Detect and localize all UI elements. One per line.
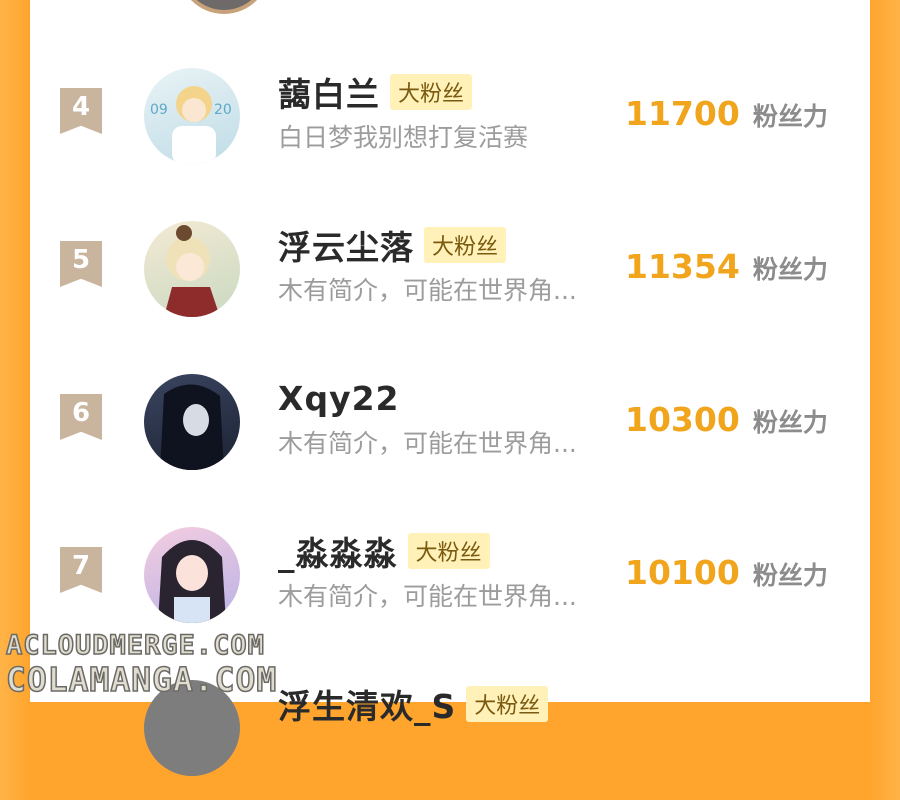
- svg-text:20: 20: [214, 102, 232, 118]
- watermark-line-1: ACLOUDMERGE.COM: [5, 629, 265, 662]
- fan-power: 10100 粉丝力: [625, 553, 828, 592]
- fan-power-unit: 粉丝力: [752, 255, 828, 284]
- rank-badge: 4: [60, 88, 102, 134]
- user-bio: 白日梦我别想打复活赛: [278, 123, 529, 152]
- user-name[interactable]: Xqy22: [278, 379, 400, 418]
- fan-power-unit: 粉丝力: [752, 102, 828, 131]
- ranking-row-6[interactable]: 6 Xqy22 木有简介，可能在世界角... 10300 粉丝力: [30, 374, 870, 494]
- avatar[interactable]: [144, 221, 240, 317]
- fan-power: 10300 粉丝力: [625, 400, 828, 439]
- avatar[interactable]: 09 20: [144, 68, 240, 164]
- fan-power-unit: 粉丝力: [752, 561, 828, 590]
- watermark-line-2: COLAMANGA.COM: [5, 659, 278, 700]
- fan-level-badge: 大粉丝: [424, 227, 507, 263]
- fan-power-unit: 粉丝力: [752, 408, 828, 437]
- ranking-row-5[interactable]: 5 浮云尘落 大粉丝 木有简介，可能在世界角... 11354 粉丝力: [30, 221, 870, 341]
- user-bio: 木有简介，可能在世界角...: [278, 276, 577, 305]
- user-bio: 木有简介，可能在世界角...: [278, 429, 577, 458]
- rank-badge: 5: [60, 241, 102, 287]
- ranking-panel: 4 09 20 藹白兰 大粉丝 白日梦我别想打复活赛 11700 粉丝力 5 浮…: [30, 0, 870, 776]
- fan-power: 11700 粉丝力: [625, 94, 828, 133]
- fan-level-badge: 大粉丝: [390, 74, 473, 110]
- avatar-rank-3-partial[interactable]: [178, 0, 270, 14]
- ranking-row-7[interactable]: 7 _淼淼淼 大粉丝 木有简介，可能在世界角... 10100 粉丝力: [30, 527, 870, 647]
- ranking-row-4[interactable]: 4 09 20 藹白兰 大粉丝 白日梦我别想打复活赛 11700 粉丝力: [30, 68, 870, 188]
- fan-power-value: 10100: [625, 553, 740, 592]
- avatar[interactable]: [144, 374, 240, 470]
- fan-power: 11354 粉丝力: [625, 247, 828, 286]
- user-name[interactable]: 浮生清欢_S: [278, 680, 456, 728]
- user-name[interactable]: 藹白兰: [278, 68, 380, 116]
- user-name[interactable]: _淼淼淼: [278, 527, 398, 575]
- fan-power-value: 11700: [625, 94, 740, 133]
- svg-text:09: 09: [150, 102, 168, 118]
- rank-badge: 6: [60, 394, 102, 440]
- user-bio: 木有简介，可能在世界角...: [278, 582, 577, 611]
- user-name[interactable]: 浮云尘落: [278, 221, 414, 269]
- fan-power-value: 11354: [625, 247, 740, 286]
- fan-power-value: 10300: [625, 400, 740, 439]
- rank-badge: 7: [60, 547, 102, 593]
- avatar[interactable]: [144, 527, 240, 623]
- fan-level-badge: 大粉丝: [407, 533, 490, 569]
- fan-level-badge: 大粉丝: [466, 686, 549, 722]
